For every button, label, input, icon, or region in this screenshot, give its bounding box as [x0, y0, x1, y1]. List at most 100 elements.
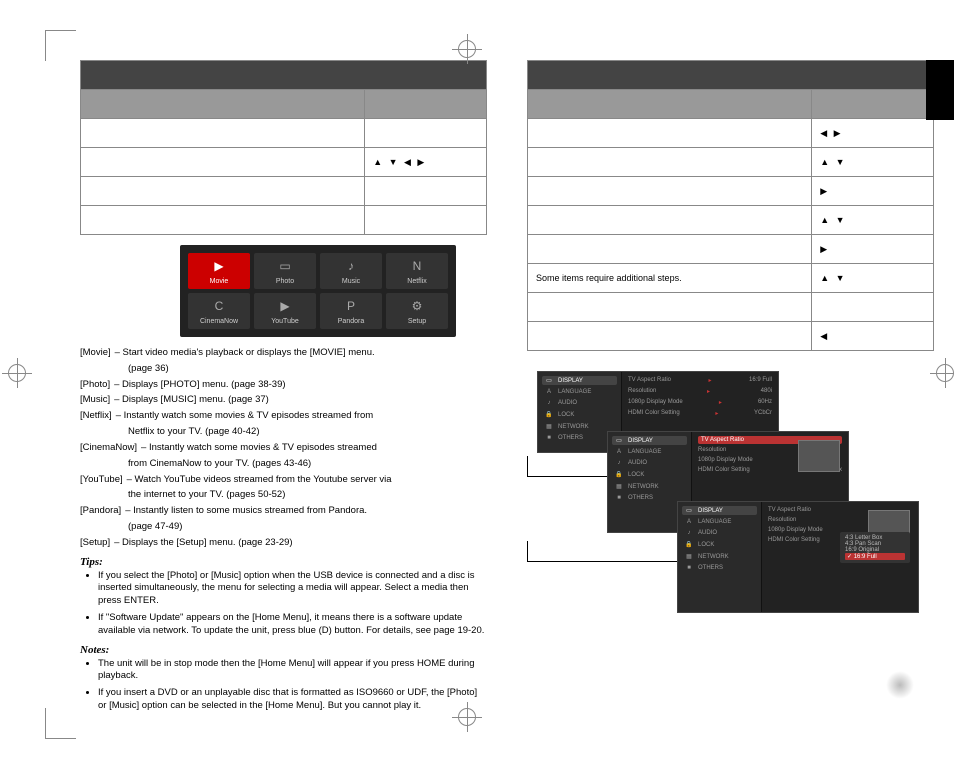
setup-sidebar-item: ♪AUDIO	[542, 399, 617, 407]
setup-window-3: ▭DISPLAY ALANGUAGE ♪AUDIO 🔒LOCK ▦NETWORK ■OTH…	[677, 501, 919, 613]
hm-icon: ♪	[341, 257, 361, 275]
setup-row: TV Aspect Ratio▸16:9 Full	[628, 376, 772, 385]
list-item: If you select the [Photo] or [Music] opt…	[98, 570, 487, 608]
setup-sidebar-item: ▦NETWORK	[542, 422, 617, 431]
hm-label: CinemaNow	[200, 318, 238, 325]
setup-sidebar-item: ♪AUDIO	[612, 459, 687, 467]
home-menu-item: ▶ YouTube	[254, 293, 316, 329]
table-row: ▶	[528, 235, 934, 264]
crop-mark	[45, 30, 76, 61]
hm-label: Movie	[210, 278, 229, 285]
aspect-ratio-popup: 4:3 Letter Box4:3 Pan Scan16:9 Original✓…	[840, 532, 910, 563]
arrow-keys-icon: ◀ ▶	[812, 119, 934, 148]
setup-sidebar-item: 🔒LOCK	[612, 470, 687, 479]
table-row: ▲ ▼	[528, 206, 934, 235]
description-cont: Netflix to your TV. (page 40-42)	[80, 426, 487, 439]
hm-icon: P	[341, 297, 361, 315]
home-menu-item: ▭ Photo	[254, 253, 316, 289]
home-menu-item: P Pandora	[320, 293, 382, 329]
setup-sidebar-item: ALANGUAGE	[542, 388, 617, 396]
description-row: [Photo]– Displays [PHOTO] menu. (page 38…	[80, 379, 487, 392]
arrow-keys-icon: ▲ ▼	[812, 264, 934, 293]
description-cont: from CinemaNow to your TV. (pages 43-46)	[80, 458, 487, 471]
setup-sidebar-item: ALANGUAGE	[612, 448, 687, 456]
setup-menu-cascade: ▭DISPLAY ALANGUAGE ♪AUDIO 🔒LOCK ▦NETWORK ■OTH…	[527, 371, 934, 621]
setup-sidebar-item: ■OTHERS	[542, 434, 617, 442]
list-item: If you insert a DVD or an unplayable dis…	[98, 687, 487, 713]
setup-sidebar-item: ■OTHERS	[612, 494, 687, 502]
hm-label: Music	[342, 278, 360, 285]
arrow-keys-icon: ▶	[812, 177, 934, 206]
cascade-arrow	[527, 456, 608, 477]
table-row: Some items require additional steps.▲ ▼	[528, 264, 934, 293]
table-row: ▲ ▼	[528, 148, 934, 177]
table-row: ◀ ▶	[528, 119, 934, 148]
setup-sidebar-item: ALANGUAGE	[682, 518, 757, 526]
setup-sidebar-item: ▭DISPLAY	[542, 376, 617, 385]
preview-thumbnail	[798, 440, 840, 472]
description-cont: (page 36)	[80, 363, 487, 376]
setup-row: 1080p Display Mode▸60Hz	[628, 398, 772, 407]
page-number-circle	[886, 671, 914, 699]
registration-mark	[458, 40, 476, 61]
crop-mark	[45, 708, 76, 739]
hm-label: Netflix	[407, 278, 426, 285]
home-menu-item: C CinemaNow	[188, 293, 250, 329]
setup-sidebar-item: ▭DISPLAY	[612, 436, 687, 445]
setup-sidebar-item: ▭DISPLAY	[682, 506, 757, 515]
description-row: [Netflix]– Instantly watch some movies &…	[80, 410, 487, 423]
table-row	[528, 293, 934, 322]
list-item: The unit will be in stop mode then the […	[98, 658, 487, 684]
arrow-keys-icon: ▲ ▼	[812, 148, 934, 177]
description-row: [Pandora]– Instantly listen to some musi…	[80, 505, 487, 518]
description-row: [YouTube]– Watch YouTube videos streamed…	[80, 474, 487, 487]
home-menu-item: ⚙ Setup	[386, 293, 448, 329]
setup-sidebar-item: ■OTHERS	[682, 564, 757, 572]
registration-mark	[8, 364, 26, 385]
registration-mark	[936, 364, 954, 385]
setup-row: HDMI Color Setting▸YCbCr	[628, 409, 772, 418]
home-menu-screenshot: ▶ Movie ▭ Photo ♪ Music N Netflix C CinemaNow ▶ You…	[180, 245, 456, 337]
hm-label: YouTube	[271, 318, 299, 325]
notes-heading: Notes:	[80, 644, 487, 656]
setup-sidebar-item: ▦NETWORK	[682, 552, 757, 561]
arrow-keys-icon	[812, 293, 934, 322]
cascade-arrow	[527, 541, 678, 562]
right-nav-table: ◀ ▶▲ ▼▶▲ ▼▶Some items require additional…	[527, 60, 934, 351]
hm-icon: ▶	[209, 257, 229, 275]
hm-icon: N	[407, 257, 427, 275]
description-row: [Movie]– Start video media's playback or…	[80, 347, 487, 360]
hm-label: Photo	[276, 278, 294, 285]
description-row: [Setup]– Displays the [Setup] menu. (pag…	[80, 537, 487, 550]
tips-heading: Tips:	[80, 556, 487, 568]
hm-icon: ▭	[275, 257, 295, 275]
home-menu-item: N Netflix	[386, 253, 448, 289]
hm-icon: C	[209, 297, 229, 315]
table-row: ▶	[528, 177, 934, 206]
hm-icon: ▶	[275, 297, 295, 315]
arrow-keys-icon: ▶	[812, 235, 934, 264]
hm-label: Pandora	[338, 318, 364, 325]
hm-label: Setup	[408, 318, 426, 325]
arrow-keys-icon: ◀	[812, 322, 934, 351]
description-cont: the internet to your TV. (pages 50-52)	[80, 489, 487, 502]
table-row: ◀	[528, 322, 934, 351]
description-row: [Music]– Displays [MUSIC] menu. (page 37…	[80, 394, 487, 407]
page-black-tab	[926, 60, 954, 120]
menu-descriptions: [Movie]– Start video media's playback or…	[80, 347, 487, 550]
registration-mark	[458, 708, 476, 729]
home-menu-item: ▶ Movie	[188, 253, 250, 289]
tips-list: If you select the [Photo] or [Music] opt…	[80, 570, 487, 638]
arrow-keys-icon: ▲ ▼	[812, 206, 934, 235]
hm-icon: ⚙	[407, 297, 427, 315]
home-menu-item: ♪ Music	[320, 253, 382, 289]
setup-sidebar-item: ♪AUDIO	[682, 529, 757, 537]
description-row: [CinemaNow]– Instantly watch some movies…	[80, 442, 487, 455]
popup-option: ✓ 16:9 Full	[845, 553, 905, 560]
arrow-keys-icon: ▲ ▼ ◀ ▶	[365, 148, 487, 177]
setup-sidebar-item: 🔒LOCK	[682, 540, 757, 549]
setup-sidebar-item: 🔒LOCK	[542, 410, 617, 419]
setup-sidebar-item: ▦NETWORK	[612, 482, 687, 491]
left-nav-table: ▲ ▼ ◀ ▶	[80, 60, 487, 235]
description-cont: (page 47-49)	[80, 521, 487, 534]
